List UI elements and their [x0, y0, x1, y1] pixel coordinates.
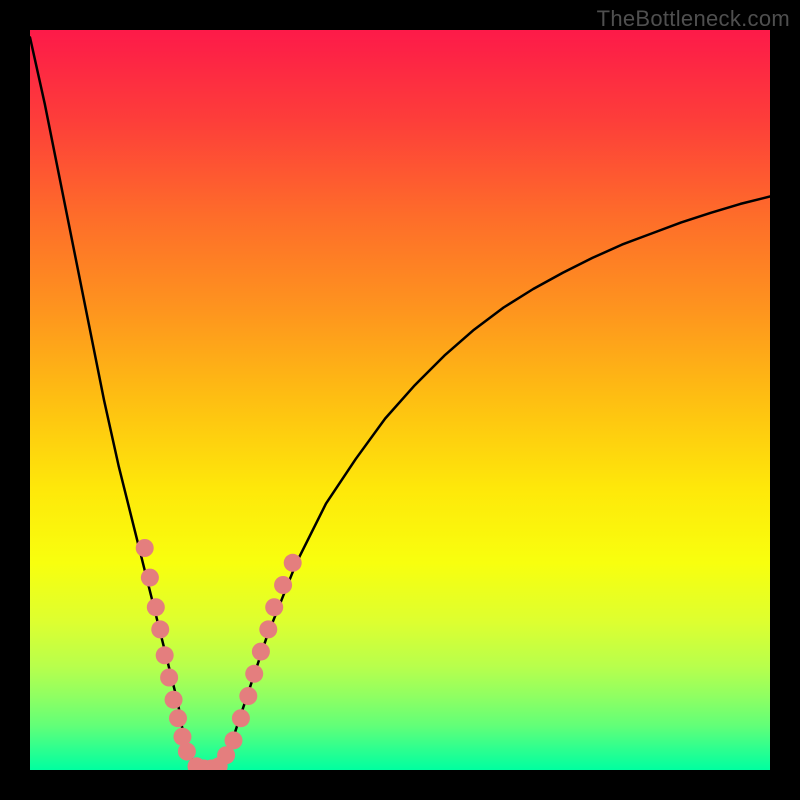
data-point — [147, 598, 165, 616]
data-point — [136, 539, 154, 557]
data-point — [232, 709, 250, 727]
data-point — [151, 620, 169, 638]
data-point — [169, 709, 187, 727]
watermark-text: TheBottleneck.com — [597, 6, 790, 32]
curve-layer — [30, 30, 770, 770]
data-point — [239, 687, 257, 705]
data-point — [265, 598, 283, 616]
data-point — [245, 665, 263, 683]
bottleneck-curve — [30, 37, 770, 770]
chart-frame: TheBottleneck.com — [0, 0, 800, 800]
data-point — [284, 554, 302, 572]
data-point — [141, 569, 159, 587]
data-point — [165, 691, 183, 709]
data-markers — [136, 539, 302, 770]
data-point — [252, 643, 270, 661]
plot-area — [30, 30, 770, 770]
data-point — [225, 731, 243, 749]
data-point — [160, 669, 178, 687]
data-point — [274, 576, 292, 594]
data-point — [156, 646, 174, 664]
data-point — [178, 743, 196, 761]
data-point — [259, 620, 277, 638]
